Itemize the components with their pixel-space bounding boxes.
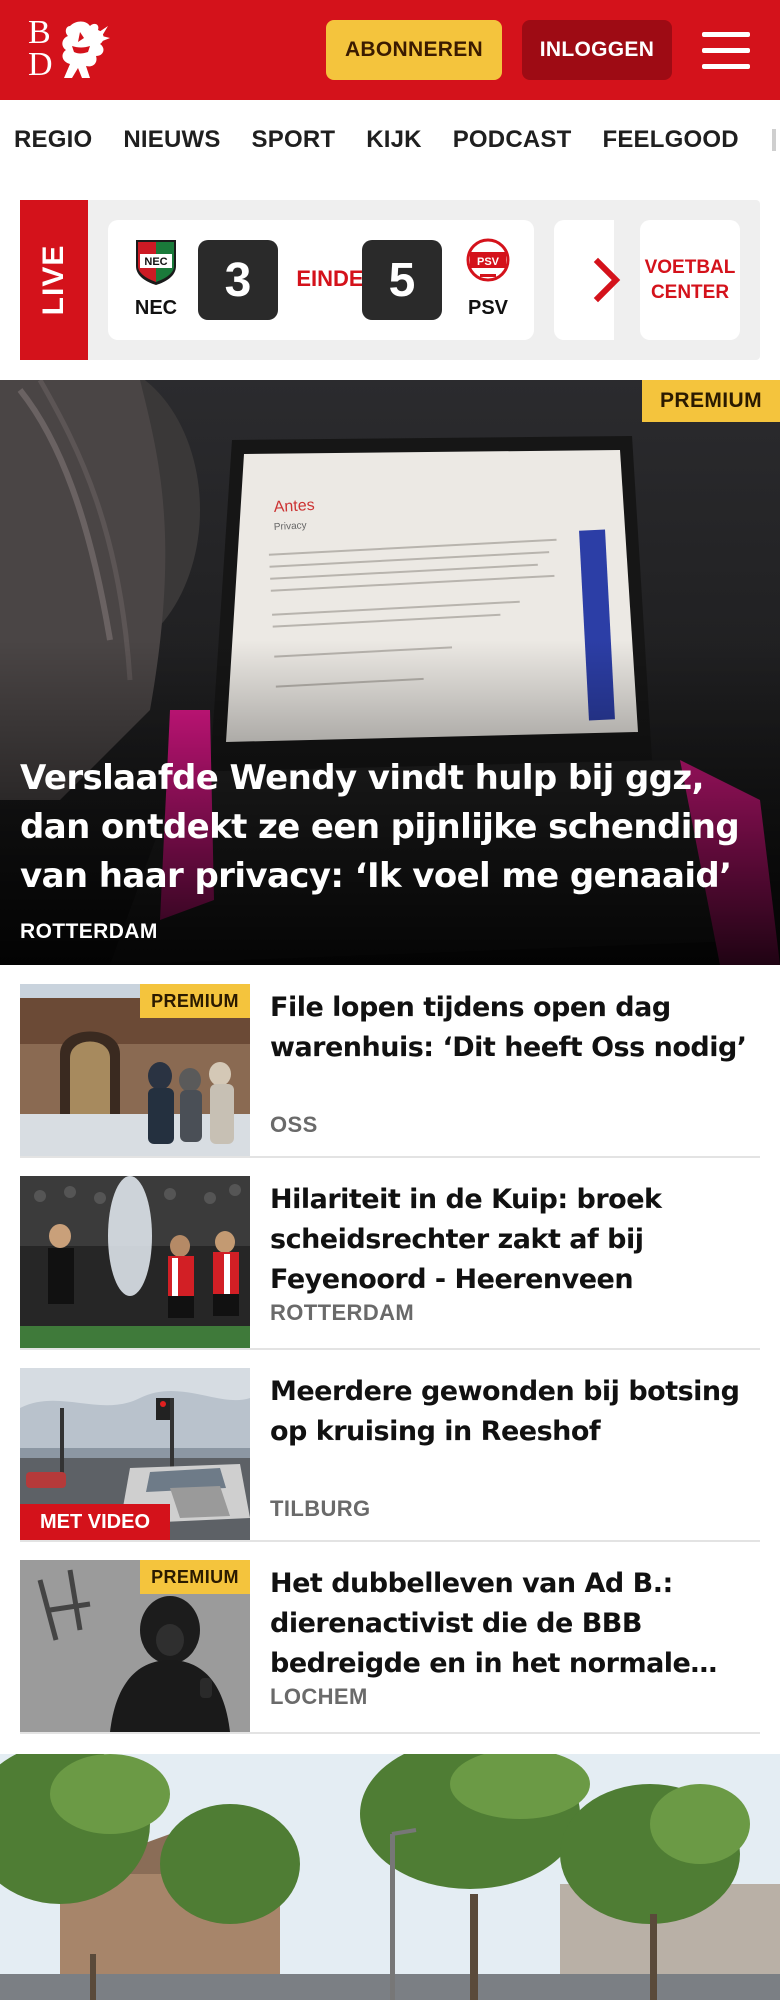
svg-text:PSV: PSV xyxy=(477,256,500,268)
away-score: 5 xyxy=(362,240,442,320)
nav-item-regio[interactable]: REGIO xyxy=(14,126,92,154)
nav-item-feelgood[interactable]: FEELGOOD xyxy=(602,126,738,154)
away-team: PSV PSV xyxy=(458,238,518,322)
hero-article[interactable]: Antes Privacy PREMIUM Verslaafde Wendy v… xyxy=(0,380,780,965)
article-location: TILBURG xyxy=(270,1496,371,1521)
bd-logo[interactable]: B D xyxy=(28,16,112,84)
article-image xyxy=(20,1176,250,1348)
voetbal-center-label: VOETBAL CENTER xyxy=(644,257,736,303)
article-image xyxy=(0,1754,780,2000)
hero-location: ROTTERDAM xyxy=(20,920,158,943)
home-score: 3 xyxy=(198,240,278,320)
article-location: LOCHEM xyxy=(270,1684,368,1709)
nav-overflow-indicator xyxy=(771,129,776,151)
article-title[interactable]: Hilariteit in de Kuip: broek scheidsrech… xyxy=(270,1180,750,1300)
video-badge: MET VIDEO xyxy=(20,1504,170,1540)
live-label: LIVE xyxy=(37,244,70,316)
chevron-right-icon[interactable] xyxy=(588,256,628,304)
psv-crest-icon: PSV xyxy=(466,238,510,282)
nav-item-kijk[interactable]: KIJK xyxy=(366,126,421,154)
site-header: B D ABONNEREN INLOGGEN xyxy=(0,0,780,100)
article-title[interactable]: Meerdere gewonden bij botsing op kruisin… xyxy=(270,1372,750,1452)
hero-screen-heading: Antes xyxy=(273,497,315,516)
live-tab: LIVE xyxy=(20,200,88,360)
subscribe-button[interactable]: ABONNEREN xyxy=(326,20,502,80)
next-hero-article[interactable] xyxy=(0,1754,780,2000)
premium-badge: PREMIUM xyxy=(140,984,250,1018)
nav-item-nieuws[interactable]: NIEUWS xyxy=(123,126,220,154)
home-team-name: NEC xyxy=(134,297,178,319)
home-team: NEC NEC xyxy=(126,238,186,322)
away-team-name: PSV xyxy=(467,297,509,319)
premium-badge: PREMIUM xyxy=(642,380,780,422)
article-location: ROTTERDAM xyxy=(270,1300,415,1325)
list-item[interactable]: PREMIUM Het dubbelleven van Ad B.: diere… xyxy=(20,1560,760,1734)
article-thumbnail: PREMIUM xyxy=(20,984,250,1156)
premium-badge: PREMIUM xyxy=(140,1560,250,1594)
list-item[interactable]: PREMIUM File lopen tijdens open dag ware… xyxy=(20,984,760,1158)
nec-crest-icon: NEC xyxy=(136,240,176,285)
article-thumbnail: PREMIUM xyxy=(20,1560,250,1732)
article-location: OSS xyxy=(270,1112,318,1137)
voetbal-center-link[interactable]: VOETBAL CENTER xyxy=(640,220,740,340)
hamburger-icon[interactable] xyxy=(700,28,752,72)
login-button[interactable]: INLOGGEN xyxy=(522,20,672,80)
list-item[interactable]: MET VIDEO Meerdere gewonden bij botsing … xyxy=(20,1368,760,1542)
hero-headline[interactable]: Verslaafde Wendy vindt hulp bij ggz, dan… xyxy=(20,754,760,901)
main-nav: REGIO NIEUWS SPORT KIJK PODCAST FEELGOOD xyxy=(0,100,780,180)
live-scores-bar: LIVE NEC NEC 3 EINDE 5 PSV PSV VOETBAL C… xyxy=(20,200,760,360)
article-thumbnail: MET VIDEO xyxy=(20,1368,250,1540)
match-card[interactable]: NEC NEC 3 EINDE 5 PSV PSV xyxy=(108,220,534,340)
article-title[interactable]: Het dubbelleven van Ad B.: dierenactivis… xyxy=(270,1564,750,1684)
svg-text:NEC: NEC xyxy=(144,256,167,268)
hero-screen-subheading: Privacy xyxy=(274,520,307,533)
lion-icon xyxy=(62,21,110,78)
nav-item-sport[interactable]: SPORT xyxy=(252,126,336,154)
article-thumbnail xyxy=(20,1176,250,1348)
logo-letter-b: B xyxy=(28,14,51,51)
article-title[interactable]: File lopen tijdens open dag warenhuis: ‘… xyxy=(270,988,750,1068)
list-item[interactable]: Hilariteit in de Kuip: broek scheidsrech… xyxy=(20,1176,760,1350)
nav-item-podcast[interactable]: PODCAST xyxy=(453,126,572,154)
match-status: EINDE xyxy=(296,266,364,291)
logo-letter-d: D xyxy=(28,46,53,83)
